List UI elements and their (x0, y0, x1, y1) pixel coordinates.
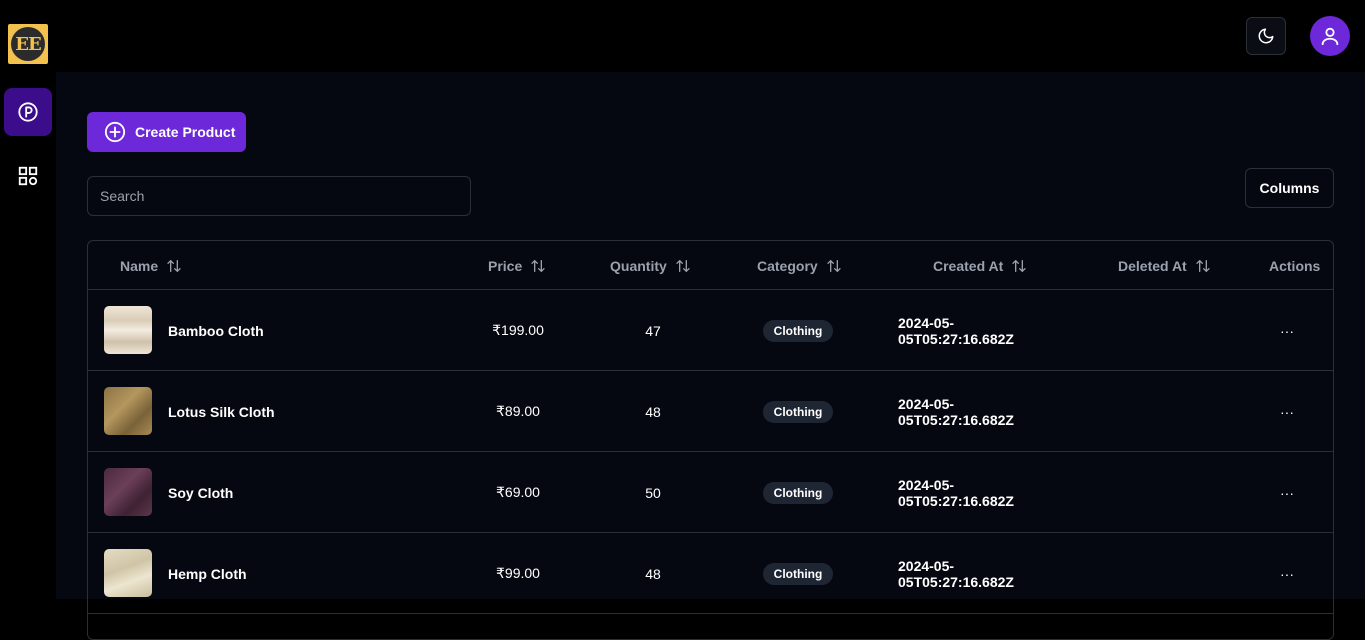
created-at: 2024-05-05T05:27:16.682Z (898, 557, 1014, 590)
table-row: Soy Cloth ₹69.00 50 Clothing 2024-05-05T… (88, 452, 1333, 533)
created-at: 2024-05-05T05:27:16.682Z (898, 476, 1014, 509)
column-header-created-at[interactable]: Created At (933, 241, 1027, 290)
theme-toggle-button[interactable] (1246, 17, 1286, 55)
product-name: Soy Cloth (168, 484, 234, 501)
create-product-label: Create Product (135, 124, 236, 140)
moon-icon (1258, 28, 1274, 44)
logo-mark: EE (11, 27, 45, 61)
products-table: Name Price Quantity Category Created At … (87, 240, 1334, 640)
sort-icon (167, 259, 181, 272)
sort-icon (531, 259, 545, 272)
product-name: Hemp Cloth (168, 565, 247, 582)
table-header: Name Price Quantity Category Created At … (88, 241, 1333, 290)
category-badge: Clothing (762, 319, 834, 342)
row-actions-button[interactable]: ··· (1271, 290, 1303, 371)
category-cell: Clothing (762, 533, 834, 614)
sort-icon (1012, 259, 1026, 272)
column-header-name[interactable]: Name (120, 241, 182, 290)
sidebar-item-products[interactable] (4, 88, 52, 136)
columns-button[interactable]: Columns (1245, 168, 1334, 208)
column-header-actions-label: Actions (1269, 257, 1321, 274)
row-actions-button[interactable]: ··· (1271, 452, 1303, 533)
product-name: Lotus Silk Cloth (168, 403, 275, 420)
column-header-quantity-label: Quantity (610, 257, 667, 274)
category-cell: Clothing (762, 290, 834, 371)
product-price: ₹199.00 (492, 322, 544, 338)
sort-icon (827, 259, 841, 272)
sort-icon (1196, 259, 1210, 272)
category-badge: Clothing (762, 400, 834, 423)
category-badge: Clothing (762, 481, 834, 504)
product-price: ₹69.00 (496, 484, 540, 500)
column-header-category[interactable]: Category (757, 241, 842, 290)
product-quantity: 48 (645, 403, 661, 420)
column-header-deleted-at[interactable]: Deleted At (1118, 241, 1211, 290)
created-at: 2024-05-05T05:27:16.682Z (898, 395, 1014, 428)
column-header-actions: Actions (1269, 241, 1320, 290)
grid-icon (18, 166, 38, 186)
product-p-icon (18, 102, 38, 122)
category-cell: Clothing (762, 371, 834, 452)
column-header-category-label: Category (757, 257, 818, 274)
product-thumbnail (104, 468, 152, 516)
app-logo[interactable]: EE (8, 24, 48, 64)
sort-icon (676, 259, 690, 272)
product-thumbnail (104, 306, 152, 354)
category-badge: Clothing (762, 562, 834, 585)
product-thumbnail (104, 387, 152, 435)
sidebar-item-dashboard[interactable] (4, 152, 52, 200)
column-header-price[interactable]: Price (488, 241, 546, 290)
created-at: 2024-05-05T05:27:16.682Z (898, 314, 1014, 347)
product-quantity: 47 (645, 322, 661, 339)
row-actions-button[interactable]: ··· (1271, 533, 1303, 614)
table-row: Bamboo Cloth ₹199.00 47 Clothing 2024-05… (88, 290, 1333, 371)
main-content: Create Product Columns Name Price Quanti… (56, 72, 1365, 640)
row-actions-button[interactable]: ··· (1271, 371, 1303, 452)
user-avatar-button[interactable] (1310, 16, 1350, 56)
table-row: Hemp Cloth ₹99.00 48 Clothing 2024-05-05… (88, 533, 1333, 614)
product-price: ₹89.00 (496, 403, 540, 419)
product-price: ₹99.00 (496, 565, 540, 581)
sidebar (0, 72, 56, 599)
plus-circle-icon (104, 121, 126, 143)
create-product-button[interactable]: Create Product (87, 112, 246, 152)
category-cell: Clothing (762, 452, 834, 533)
product-name: Bamboo Cloth (168, 322, 264, 339)
column-header-price-label: Price (488, 257, 523, 274)
user-icon (1321, 27, 1339, 46)
product-thumbnail (104, 549, 152, 597)
top-bar: EE (0, 0, 1365, 72)
search-input[interactable] (87, 176, 471, 216)
table-row: Lotus Silk Cloth ₹89.00 48 Clothing 2024… (88, 371, 1333, 452)
column-header-name-label: Name (120, 257, 159, 274)
column-header-quantity[interactable]: Quantity (610, 241, 691, 290)
product-quantity: 50 (645, 484, 661, 501)
product-quantity: 48 (645, 565, 661, 582)
column-header-deleted-at-label: Deleted At (1118, 257, 1187, 274)
column-header-created-at-label: Created At (933, 257, 1004, 274)
